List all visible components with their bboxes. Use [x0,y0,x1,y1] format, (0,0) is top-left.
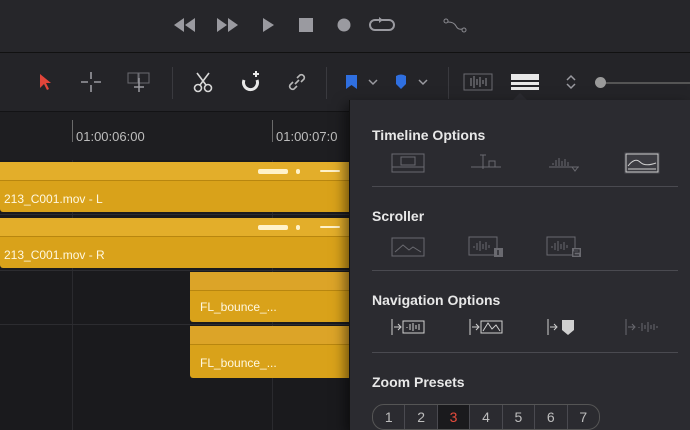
dynamic-trim-icon[interactable] [124,69,154,95]
ruler-tick [272,120,273,142]
waveform-peak [320,170,340,172]
jump-to-audio-icon[interactable] [390,316,426,338]
section-title-navigation-options: Navigation Options [372,292,501,308]
marker-dropdown[interactable] [392,69,432,95]
zoom-slider-track[interactable] [600,82,690,84]
zoom-presets-control: 1 2 3 4 5 6 7 [372,404,600,430]
audio-waveform [0,218,360,237]
section-title-timeline-options: Timeline Options [372,127,486,143]
snapping-icon[interactable] [238,69,264,95]
waveform-peak [320,226,340,228]
timeline-view-options-popover: Timeline Options Scroller Navigation Opt… [349,100,690,430]
jump-to-marker-icon[interactable] [546,316,582,338]
record-icon[interactable] [334,12,354,38]
jump-to-subclip-icon[interactable] [624,316,660,338]
clip-name: FL_bounce_... [200,356,277,370]
timeline-view-options-icon[interactable] [508,69,542,95]
toolbar-divider [326,67,327,99]
zoom-slider-handle[interactable] [595,77,606,88]
waveform-peak [296,225,300,230]
toolbar-divider [448,67,449,99]
audio-scroller-2-icon[interactable] [546,236,582,258]
blade-icon[interactable] [190,69,216,95]
audio-waveform [190,272,360,291]
loop-icon[interactable] [368,12,396,38]
rewind-icon[interactable] [172,12,198,38]
bounce-clip-2[interactable]: FL_bounce_... [190,326,360,378]
clip-name: FL_bounce_... [200,300,277,314]
subtitle-tracks-icon[interactable] [468,152,504,174]
curve-icon[interactable] [440,12,470,38]
zoom-preset-2[interactable]: 2 [405,405,438,429]
jump-to-video-audio-icon[interactable] [468,316,504,338]
flag-dropdown[interactable] [342,69,382,95]
waveform-peak [258,225,288,230]
transport-bar [0,0,690,53]
audio-clip-right[interactable]: 213_C001.mov - R [0,218,360,268]
trim-edit-icon[interactable] [78,69,104,95]
toolbar-divider [172,67,173,99]
audio-waveform [0,162,360,181]
section-divider [372,270,678,271]
waveform-peak [296,169,300,174]
audio-waveforms-icon[interactable] [546,152,582,174]
zoom-preset-4[interactable]: 4 [470,405,503,429]
clip-name: 213_C001.mov - L [4,192,103,206]
stop-icon[interactable] [296,12,316,38]
section-divider [372,352,678,353]
play-icon[interactable] [258,12,278,38]
zoom-preset-1[interactable]: 1 [373,405,406,429]
audio-clip-left[interactable]: 213_C001.mov - L [0,162,360,212]
ruler-timecode-label: 01:00:06:00 [76,129,145,144]
section-divider [372,186,678,187]
audio-waveform [190,326,360,345]
clip-name: 213_C001.mov - R [4,248,105,262]
ruler-timecode-label: 01:00:07:0 [276,129,338,144]
fast-forward-icon[interactable] [214,12,240,38]
zoom-preset-3[interactable]: 3 [437,405,471,429]
bounce-clip-1[interactable]: FL_bounce_... [190,272,360,322]
ruler-tick [72,120,73,142]
zoom-height-icon[interactable] [562,69,580,95]
stacked-timelines-icon[interactable] [390,152,426,174]
audio-scroller-1-icon[interactable] [468,236,504,258]
video-waveform-thumb-icon[interactable] [624,152,660,174]
zoom-preset-5[interactable]: 5 [503,405,536,429]
section-title-zoom-presets: Zoom Presets [372,374,465,390]
waveform-peak [258,169,288,174]
zoom-preset-6[interactable]: 6 [535,405,568,429]
linked-selection-icon[interactable] [284,69,310,95]
audio-waveform-icon[interactable] [462,69,494,95]
zoom-preset-7[interactable]: 7 [568,405,599,429]
video-scroller-icon[interactable] [390,236,426,258]
selection-arrow-icon[interactable] [34,69,56,95]
section-title-scroller: Scroller [372,208,425,224]
